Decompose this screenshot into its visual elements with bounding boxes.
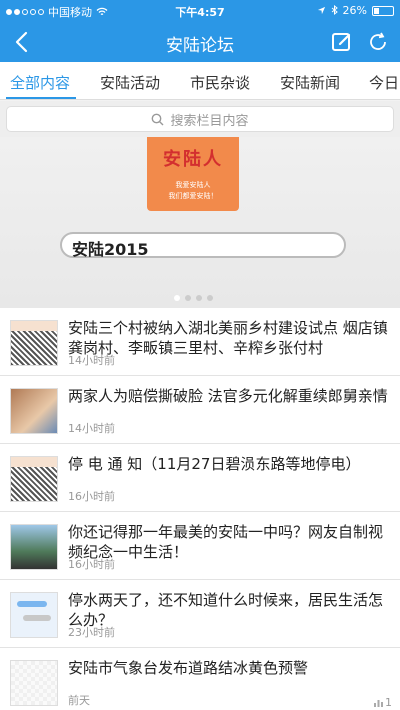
carousel-pager xyxy=(174,295,213,301)
banner-logo: 安陆人 我爱安陆人 我们都爱安陆！ xyxy=(147,137,239,211)
thumbnail-image xyxy=(10,456,58,502)
thumbnail-image xyxy=(10,592,58,638)
list-item[interactable]: 停水两天了，还不知道什么时候来，居民生活怎么办？ 23小时前 xyxy=(0,580,400,648)
post-time: 前天 xyxy=(68,694,90,707)
post-list: 安陆三个村被纳入湖北美丽乡村建设试点 烟店镇龚岗村、李畈镇三里村、辛榨乡张付村 … xyxy=(0,308,400,710)
list-item[interactable]: 安陆三个村被纳入湖北美丽乡村建设试点 烟店镇龚岗村、李畈镇三里村、辛榨乡张付村 … xyxy=(0,308,400,376)
tab-activities[interactable]: 安陆活动 xyxy=(100,72,160,93)
list-item[interactable]: 停 电 通 知（11月27日碧涢东路等地停电） 16小时前 xyxy=(0,444,400,512)
nav-bar: 安陆论坛 xyxy=(0,22,400,62)
post-title: 停 电 通 知（11月27日碧涢东路等地停电） xyxy=(68,455,361,473)
view-count-value: 1 xyxy=(385,696,392,709)
post-time: 16小时前 xyxy=(68,558,115,571)
compose-icon[interactable] xyxy=(330,30,354,54)
post-title: 两家人为赔偿撕破脸 法官多元化解重续郎舅亲情 xyxy=(68,387,388,405)
list-item[interactable]: 安陆市气象台发布道路结冰黄色预警 前天 1 xyxy=(0,648,400,710)
banner-search-graphic: 安陆2015 xyxy=(60,232,346,259)
post-time: 23小时前 xyxy=(68,626,115,639)
location-icon xyxy=(317,6,325,15)
refresh-icon[interactable] xyxy=(366,30,390,54)
tab-all[interactable]: 全部内容 xyxy=(10,72,70,93)
banner-carousel[interactable]: 安陆人 我爱安陆人 我们都爱安陆！ 安陆2015 xyxy=(0,137,400,308)
status-bar: 中国移动 下午4:57 26% xyxy=(0,0,400,22)
list-item[interactable]: 两家人为赔偿撕破脸 法官多元化解重续郎舅亲情 14小时前 xyxy=(0,376,400,444)
search-placeholder: 搜索栏目内容 xyxy=(170,113,249,129)
thumbnail-image xyxy=(10,388,58,434)
thumbnail-image xyxy=(10,660,58,706)
post-time: 14小时前 xyxy=(68,422,115,435)
post-time: 16小时前 xyxy=(68,490,115,503)
list-item[interactable]: 你还记得那一年最美的安陆一中吗？网友自制视频纪念一中生活！ 16小时前 xyxy=(0,512,400,580)
post-title: 安陆市气象台发布道路结冰黄色预警 xyxy=(68,659,309,677)
stats-icon xyxy=(374,700,383,707)
battery-icon xyxy=(372,5,394,16)
view-count: 1 xyxy=(374,696,392,709)
post-title: 停水两天了，还不知道什么时候来，居民生活怎么办？ xyxy=(68,591,384,629)
status-right: 26% xyxy=(317,4,394,17)
tab-today[interactable]: 今日 xyxy=(369,72,399,93)
search-icon xyxy=(152,113,164,125)
logo-line-2: 我们都爱安陆！ xyxy=(168,192,218,200)
tab-news[interactable]: 安陆新闻 xyxy=(280,72,340,93)
tab-citizen-talk[interactable]: 市民杂谈 xyxy=(190,72,250,93)
pager-dot xyxy=(185,295,191,301)
post-title: 你还记得那一年最美的安陆一中吗？网友自制视频纪念一中生活！ xyxy=(68,523,384,561)
pager-dot xyxy=(174,295,180,301)
logo-title: 安陆人 xyxy=(163,149,223,170)
search-bar: 搜索栏目内容 xyxy=(0,101,400,137)
post-time: 14小时前 xyxy=(68,354,115,367)
pager-dot xyxy=(196,295,202,301)
post-title: 安陆三个村被纳入湖北美丽乡村建设试点 烟店镇龚岗村、李畈镇三里村、辛榨乡张付村 xyxy=(68,319,388,357)
active-tab-indicator xyxy=(6,97,76,99)
thumbnail-image xyxy=(10,524,58,570)
battery-percent: 26% xyxy=(342,4,367,17)
category-tabs: 全部内容 安陆活动 市民杂谈 安陆新闻 今日 xyxy=(0,62,400,100)
thumbnail-image xyxy=(10,320,58,366)
banner-search-text: 安陆2015 xyxy=(72,240,149,259)
logo-line-1: 我爱安陆人 xyxy=(175,181,211,189)
search-input[interactable]: 搜索栏目内容 xyxy=(6,106,394,132)
bluetooth-icon xyxy=(331,5,338,16)
pager-dot xyxy=(207,295,213,301)
